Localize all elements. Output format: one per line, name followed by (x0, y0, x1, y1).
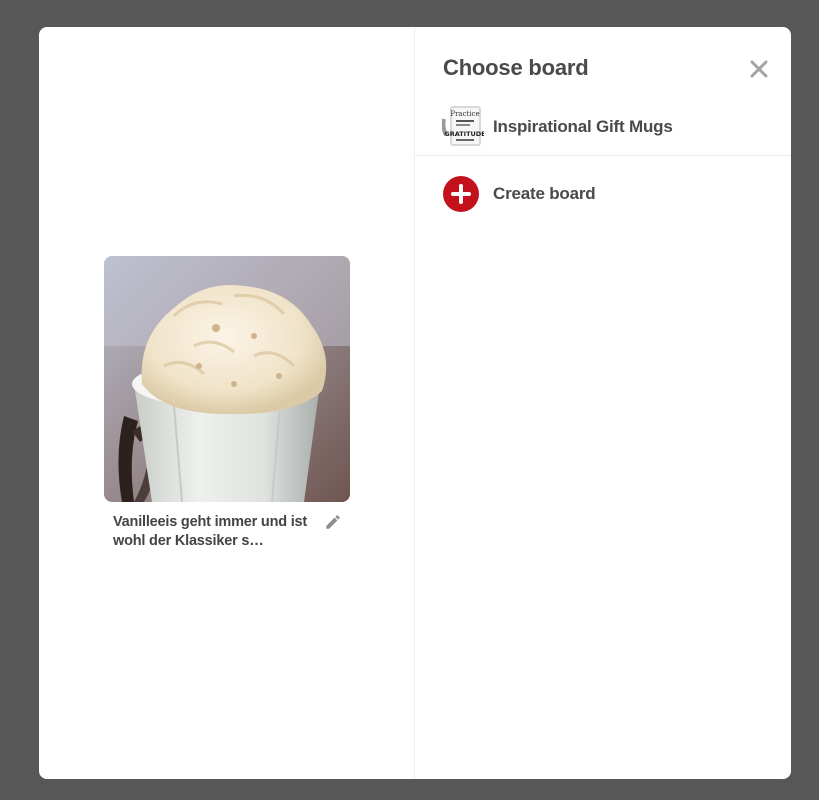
pin-description-text: Vanilleeis geht immer und ist wohl der K… (113, 514, 308, 549)
choose-board-dialog: Vanilleeis geht immer und ist wohl der K… (39, 27, 791, 779)
board-item-inspirational-gift-mugs[interactable]: Practice GRATITUDE Inspirational Gift Mu… (415, 100, 791, 156)
create-board-label: Create board (493, 184, 596, 203)
pin-image (104, 256, 350, 502)
create-board-button[interactable]: Create board (415, 167, 791, 221)
close-button[interactable] (745, 55, 773, 83)
mug-thumb-text-1: Practice (450, 110, 479, 118)
plus-circle-icon (443, 176, 479, 212)
pin-card: Vanilleeis geht immer und ist wohl der K… (104, 256, 350, 551)
edit-description-button[interactable] (320, 509, 346, 535)
board-picker-pane: Choose board Practice GRATITUDE Inspirat… (415, 27, 791, 779)
close-icon (750, 60, 768, 78)
mug-thumb-text-2: GRATITUDE (444, 130, 484, 138)
mug-thumbnail: Practice GRATITUDE (442, 105, 484, 147)
pin-description: Vanilleeis geht immer und ist wohl der K… (104, 513, 350, 551)
pin-preview-pane: Vanilleeis geht immer und ist wohl der K… (39, 27, 415, 779)
board-name: Inspirational Gift Mugs (493, 117, 673, 136)
pencil-icon (326, 515, 340, 529)
dialog-title: Choose board (443, 55, 589, 80)
